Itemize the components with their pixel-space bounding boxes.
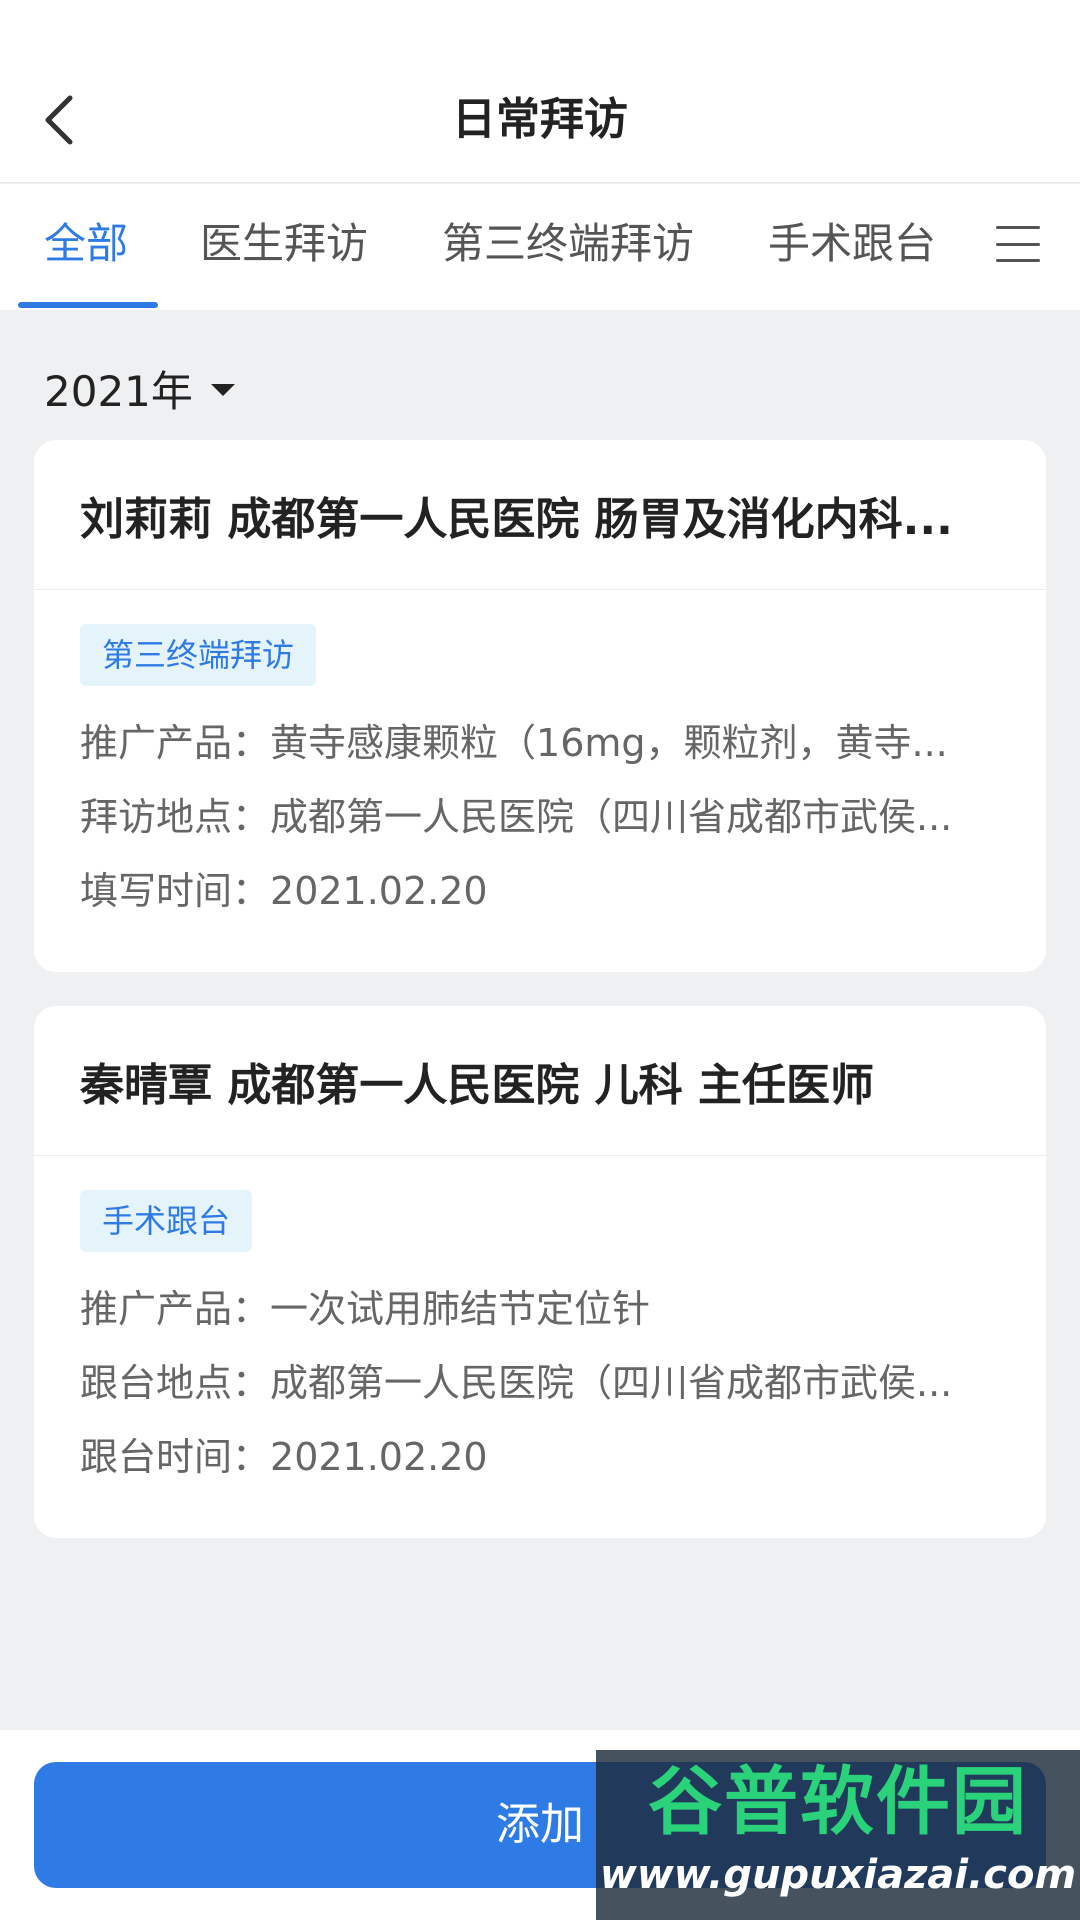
row-label: 跟台地点： [80, 1361, 271, 1405]
tab-all[interactable]: 全部 [44, 214, 128, 274]
card-row: 拜访地点：成都第一人民医院（四川省成都市武侯... [80, 792, 1000, 842]
card-row: 填写时间：2021.02.20 [80, 866, 1000, 916]
tab-surgery-follow[interactable]: 手术跟台 [768, 214, 936, 274]
row-value: 黄寺感康颗粒（16mg，颗粒剂，黄寺... [270, 721, 948, 765]
visit-type-tag: 手术跟台 [80, 1190, 253, 1252]
visit-card[interactable]: 刘莉莉 成都第一人民医院 肠胃及消化内科... 第三终端拜访 推广产品：黄寺感康… [34, 440, 1046, 972]
row-label: 推广产品： [80, 1287, 271, 1331]
visit-card[interactable]: 秦晴覃 成都第一人民医院 儿科 主任医师 手术跟台 推广产品：一次试用肺结节定位… [34, 1006, 1046, 1538]
hamburger-menu-icon[interactable] [996, 226, 1040, 262]
row-label: 拜访地点： [80, 795, 271, 839]
watermark-logo: 谷普软件园 [648, 1759, 1028, 1845]
visit-type-tag: 第三终端拜访 [80, 624, 317, 686]
row-label: 跟台时间： [80, 1435, 271, 1479]
year-filter-label: 2021年 [44, 366, 193, 416]
tab-bar: 全部 医生拜访 第三终端拜访 手术跟台 [0, 184, 1080, 310]
card-body: 第三终端拜访 推广产品：黄寺感康颗粒（16mg，颗粒剂，黄寺... 拜访地点：成… [34, 590, 1046, 916]
header: 日常拜访 [0, 0, 1080, 183]
row-label: 填写时间： [80, 869, 271, 913]
watermark-url: www.gupuxiazai.com [599, 1852, 1077, 1898]
card-row: 推广产品：一次试用肺结节定位针 [80, 1284, 1000, 1334]
card-title: 秦晴覃 成都第一人民医院 儿科 主任医师 [34, 1006, 1046, 1156]
card-body: 手术跟台 推广产品：一次试用肺结节定位针 跟台地点：成都第一人民医院（四川省成都… [34, 1156, 1046, 1482]
row-value: 成都第一人民医院（四川省成都市武侯... [270, 1361, 953, 1405]
row-value: 2021.02.20 [270, 1435, 488, 1479]
page: 日常拜访 全部 医生拜访 第三终端拜访 手术跟台 2021年 刘莉莉 成都第一人… [0, 0, 1080, 1920]
card-row: 跟台时间：2021.02.20 [80, 1432, 1000, 1482]
row-value: 成都第一人民医院（四川省成都市武侯... [270, 795, 953, 839]
caret-down-icon [210, 384, 235, 396]
active-tab-indicator [18, 302, 158, 308]
tab-third-terminal-visit[interactable]: 第三终端拜访 [442, 214, 694, 274]
row-value: 一次试用肺结节定位针 [270, 1287, 651, 1331]
card-row: 推广产品：黄寺感康颗粒（16mg，颗粒剂，黄寺... [80, 718, 1000, 768]
card-title: 刘莉莉 成都第一人民医院 肠胃及消化内科... [34, 440, 1046, 590]
card-row: 跟台地点：成都第一人民医院（四川省成都市武侯... [80, 1358, 1000, 1408]
row-label: 推广产品： [80, 721, 271, 765]
page-title: 日常拜访 [452, 94, 628, 145]
row-value: 2021.02.20 [270, 869, 488, 913]
year-filter[interactable]: 2021年 [44, 358, 235, 418]
tab-doctor-visit[interactable]: 医生拜访 [200, 214, 368, 274]
watermark: 谷普软件园 www.gupuxiazai.com [596, 1750, 1080, 1920]
